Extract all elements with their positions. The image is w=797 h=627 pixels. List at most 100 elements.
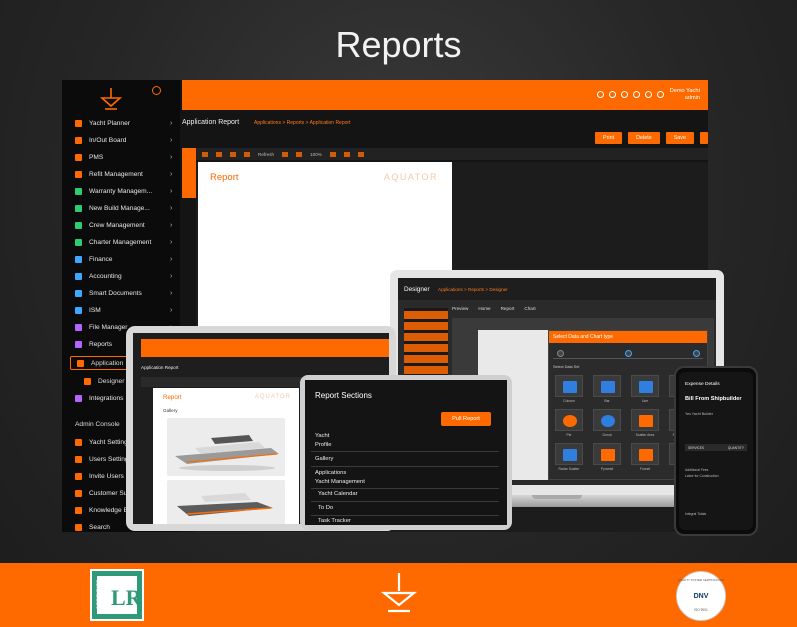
zoom-out-icon[interactable] xyxy=(296,151,303,157)
zoom-level[interactable]: 100% xyxy=(310,152,322,157)
chart-type-label: Pie xyxy=(566,433,572,437)
section-item-yacht[interactable]: Yacht xyxy=(315,432,329,441)
chevron-right-icon: › xyxy=(170,170,173,178)
export-icon[interactable] xyxy=(357,151,364,157)
sidebar-item-smart-documents[interactable]: Smart Documents › xyxy=(62,286,180,300)
chevron-right-icon: › xyxy=(170,221,173,229)
chart-type-pie[interactable]: Pie xyxy=(555,409,583,437)
first-page-icon[interactable] xyxy=(230,151,236,157)
pencil-icon xyxy=(75,119,82,127)
board-icon xyxy=(75,136,82,144)
grid-icon xyxy=(75,153,82,161)
chart-type-line[interactable]: Line xyxy=(631,375,659,403)
chart-type-preview-icon xyxy=(639,415,653,427)
section-item-yacht-management[interactable]: Yacht Management xyxy=(315,478,365,487)
share-icon[interactable] xyxy=(597,91,604,98)
notification-icon[interactable] xyxy=(657,91,664,98)
sidebar-item-label: Refit Management xyxy=(89,170,143,178)
lr-mark: LR xyxy=(111,585,142,610)
tab-home[interactable]: Home xyxy=(478,306,490,311)
chevron-right-icon: › xyxy=(170,255,173,263)
search-icon[interactable] xyxy=(609,91,616,98)
phone-device: Expense Details Bill From Shipbuilder Ye… xyxy=(674,366,758,536)
chart-type-pyramid[interactable]: Pyramid xyxy=(593,443,621,471)
theme-icon[interactable] xyxy=(645,91,652,98)
bill-from: Bill From Shipbuilder xyxy=(685,396,742,402)
chart-type-funnel[interactable]: Funnel xyxy=(631,443,659,471)
sidebar-item-pms[interactable]: PMS › xyxy=(62,150,180,164)
link-icon xyxy=(75,394,82,402)
sidebar-item-crew-management[interactable]: Crew Management › xyxy=(62,218,180,232)
designer-side-item[interactable] xyxy=(404,355,448,363)
tab-report[interactable]: Report xyxy=(501,306,515,311)
pull-report-button[interactable]: Pull Report xyxy=(441,412,491,426)
sidebar-item-new-build-manage[interactable]: New Build Manage... › xyxy=(62,201,180,215)
step-1[interactable] xyxy=(557,350,564,357)
section-item-gallery[interactable]: Gallery xyxy=(315,455,333,464)
chart-type-preview-icon xyxy=(601,415,615,427)
sidebar-item-charter-management[interactable]: Charter Management › xyxy=(62,235,180,249)
sidebar-item-label: Warranty Managem... xyxy=(89,187,153,195)
print-button[interactable]: Print xyxy=(595,132,623,144)
lr-inner: LR xyxy=(97,576,142,614)
section-item-yacht-calendar[interactable]: Yacht Calendar xyxy=(318,490,358,499)
delete-button[interactable]: Delete xyxy=(628,132,660,144)
user-menu[interactable]: Demo Yacht admin xyxy=(670,88,700,102)
designer-side-item[interactable] xyxy=(404,333,448,341)
chart-type-radar-scatter[interactable]: Radar Scatter xyxy=(555,443,583,471)
tab-preview[interactable]: Preview xyxy=(452,306,468,311)
more-button[interactable] xyxy=(700,132,708,144)
breadcrumb: Application Report Applications > Report… xyxy=(182,116,708,130)
fullscreen-icon[interactable] xyxy=(633,91,640,98)
expense-line: Labor for Construction xyxy=(685,474,719,478)
section-item-to-do[interactable]: To Do xyxy=(318,504,333,513)
breadcrumb-title: Application Report xyxy=(182,119,240,126)
print-icon[interactable] xyxy=(343,151,350,157)
designer-side-item[interactable] xyxy=(404,322,448,330)
redo-icon[interactable] xyxy=(216,151,222,157)
designer-side-item[interactable] xyxy=(404,311,448,319)
breadcrumb-path[interactable]: Applications > Reports > Application Rep… xyxy=(254,120,350,126)
step-2[interactable] xyxy=(625,350,632,357)
section-item-applications[interactable]: Applications xyxy=(315,469,346,478)
sidebar-item-yacht-planner[interactable]: Yacht Planner › xyxy=(62,116,180,130)
chart-type-donut[interactable]: Donut xyxy=(593,409,621,437)
sidebar-item-warranty-managem[interactable]: Warranty Managem... › xyxy=(62,184,180,198)
sidebar-item-ism[interactable]: ISM › xyxy=(62,303,180,317)
sidebar-item-refit-management[interactable]: Refit Management › xyxy=(62,167,180,181)
save-button[interactable]: Save xyxy=(665,132,694,144)
designer-breadcrumb[interactable]: Applications > Reports > Designer xyxy=(438,287,508,292)
zoom-in-icon[interactable] xyxy=(329,151,336,157)
user-role: admin xyxy=(684,95,700,101)
invite-icon xyxy=(75,472,82,480)
expense-line: Integral Totals xyxy=(685,512,707,516)
sidebar-item-in-out-board[interactable]: In/Out Board › xyxy=(62,133,180,147)
report-sections-panel: Report Sections Pull Report Yacht Profil… xyxy=(305,380,507,525)
designer-side-item[interactable] xyxy=(404,366,448,374)
sidebar-item-accounting[interactable]: Accounting › xyxy=(62,269,180,283)
expense-table-header: SERVICES QUANTITY xyxy=(685,444,747,451)
refresh-icon[interactable] xyxy=(244,151,250,157)
report-sections-title: Report Sections xyxy=(315,391,372,400)
help-icon[interactable] xyxy=(621,91,628,98)
sidebar-item-label: In/Out Board xyxy=(89,136,127,144)
section-item-task-tracker[interactable]: Task Tracker xyxy=(318,517,351,525)
section-item-profile[interactable]: Profile xyxy=(315,441,331,450)
refresh-label[interactable]: Refresh xyxy=(258,152,274,157)
undo-icon[interactable] xyxy=(202,151,208,157)
chart-type-scatter-area[interactable]: Scatter Area xyxy=(631,409,659,437)
chart-type-column[interactable]: Column xyxy=(555,375,583,403)
designer-side-item[interactable] xyxy=(404,344,448,352)
tab-chart[interactable]: Chart xyxy=(524,306,535,311)
dnv-arc-text: QUALITY SYSTEM CERTIFICATION xyxy=(677,578,725,582)
chart-type-bar[interactable]: Bar xyxy=(593,375,621,403)
step-3[interactable] xyxy=(693,350,700,357)
chevron-right-icon: › xyxy=(170,238,173,246)
chart-type-label: Column xyxy=(563,399,575,403)
sidebar-item-finance[interactable]: Finance › xyxy=(62,252,180,266)
admin-console-heading: Admin Console xyxy=(75,421,120,428)
modal-steps xyxy=(553,349,703,359)
settings-gear-icon[interactable] xyxy=(152,86,161,95)
move-icon[interactable] xyxy=(282,151,289,157)
sidebar-item-label: PMS xyxy=(89,153,104,161)
